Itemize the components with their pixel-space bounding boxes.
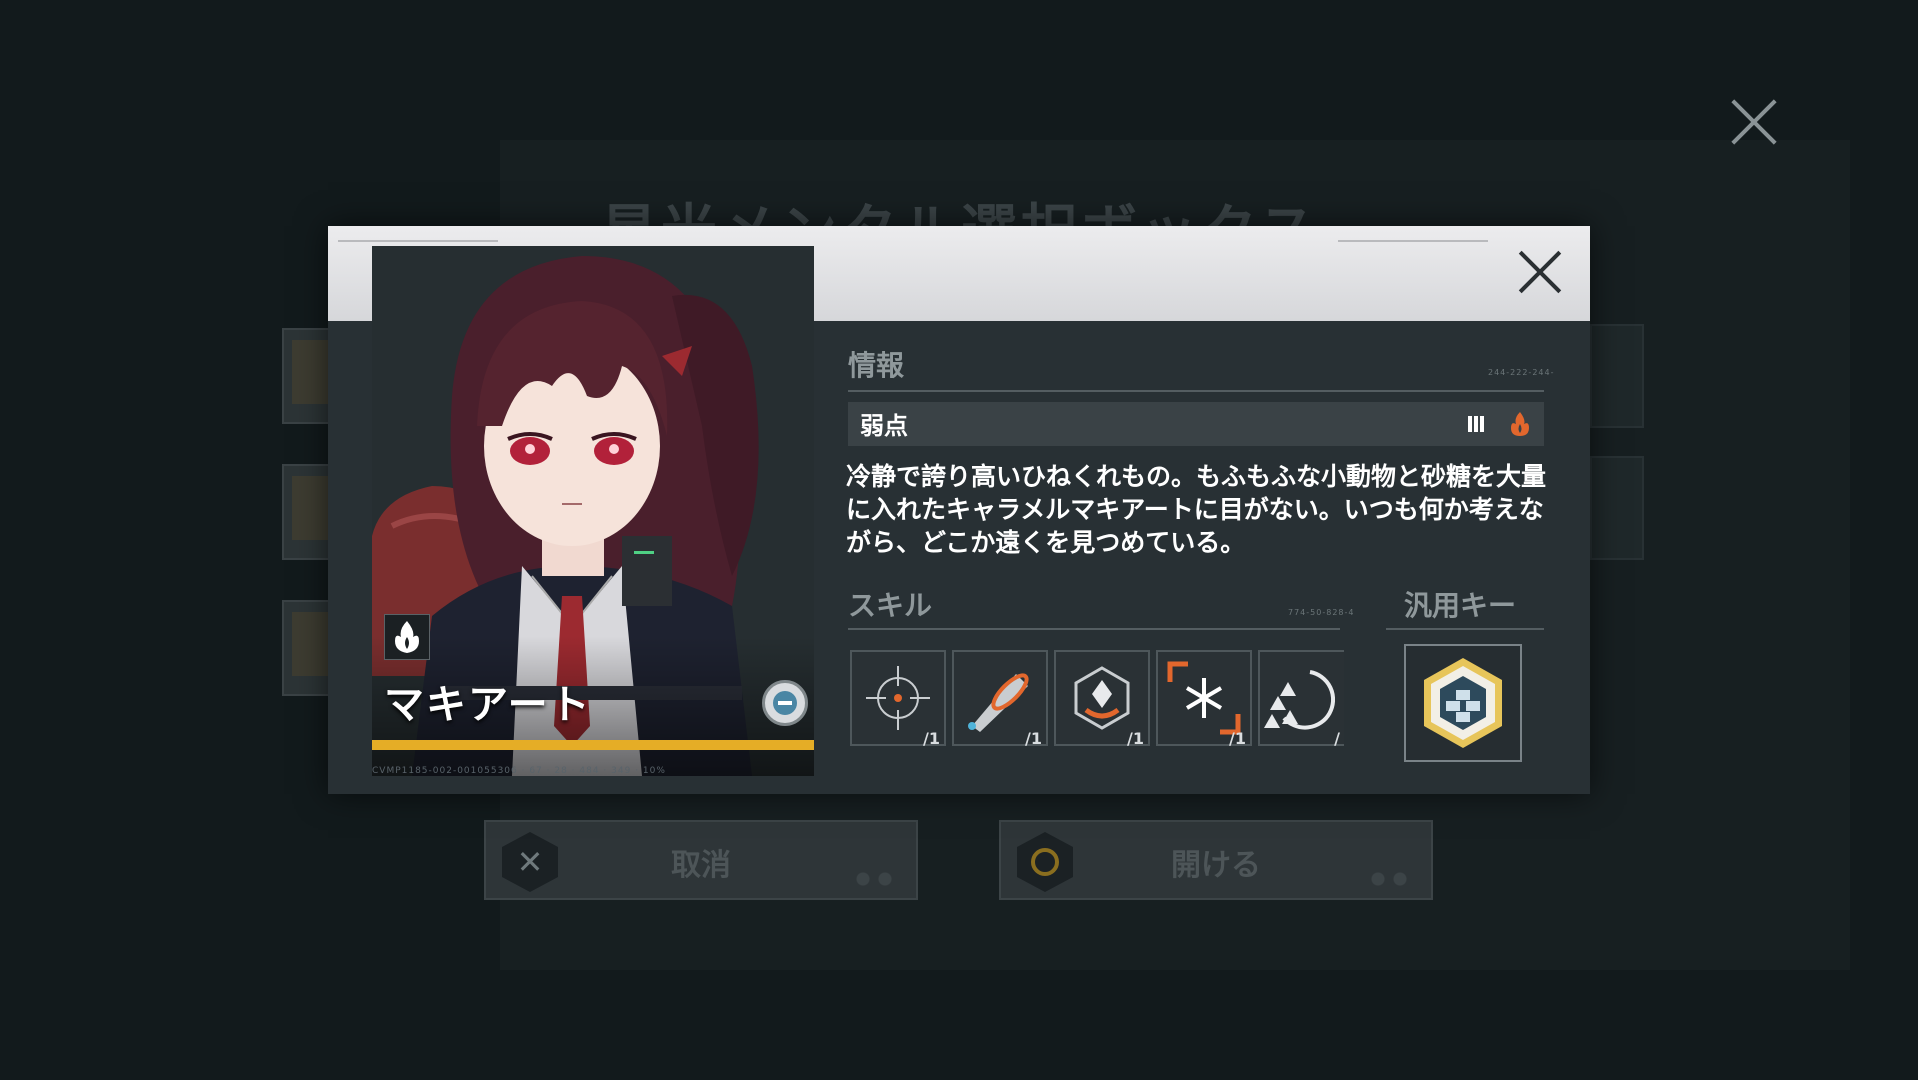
footer-code: CVMP1185-002-001055306 · 67 · 28 · 484 ·… — [372, 766, 666, 776]
info-section-title: 情報 — [848, 349, 905, 382]
general-key-slot[interactable] — [1404, 644, 1522, 762]
skill-slot-4[interactable]: /1 — [1156, 650, 1252, 748]
open-button[interactable]: 開ける — [999, 820, 1433, 900]
decorative-dots — [1367, 870, 1411, 888]
character-description: 冷静で誇り高いひねくれもの。もふもふな小動物と砂糖を大量に入れたキャラメルマキア… — [846, 462, 1547, 557]
skill-level: / — [1334, 729, 1340, 748]
triangle-spiral-icon — [1264, 670, 1336, 730]
info-divider — [848, 390, 1544, 392]
skill-slot-2[interactable]: /1 — [952, 650, 1048, 748]
background-list-row — [1590, 324, 1644, 428]
cancel-button[interactable]: ✕ 取消 — [484, 820, 918, 900]
key-section-title: 汎用キー — [1404, 589, 1517, 622]
element-icon — [762, 680, 808, 726]
skills-divider — [848, 628, 1340, 630]
character-name: マキアート — [384, 682, 592, 728]
character-detail-modal: マキアート CVMP1185-002-001055306 · 67 · 28 ·… — [328, 226, 1590, 794]
skill-level: /1 — [1127, 729, 1144, 748]
close-icon[interactable] — [1728, 96, 1780, 148]
skill-slot-3[interactable]: /1 — [1054, 650, 1150, 748]
decorative-dots — [852, 870, 896, 888]
general-key-icon — [1424, 658, 1502, 748]
fire-weakness-icon — [1508, 410, 1532, 438]
class-flame-icon — [384, 614, 430, 660]
info-section-code: 244-222-244- — [1488, 368, 1555, 377]
header-decoration — [1338, 240, 1488, 242]
skills-section-code: 774-50-828-4 — [1288, 608, 1355, 617]
skill-level: /1 — [1025, 729, 1042, 748]
header-decoration — [338, 240, 498, 242]
key-divider — [1386, 628, 1544, 630]
rarity-bar — [372, 740, 814, 750]
background-list-row — [1590, 456, 1644, 560]
skill-level: /1 — [1229, 729, 1246, 748]
pierce-weakness-icon — [1468, 416, 1486, 432]
skill-slot-1[interactable]: /1 — [850, 650, 946, 748]
skill-slot-5[interactable]: / — [1258, 650, 1344, 748]
close-icon[interactable] — [1516, 248, 1564, 296]
weakness-label: 弱点 — [860, 412, 908, 440]
skills-section-title: スキル — [848, 589, 933, 622]
skill-level: /1 — [923, 729, 940, 748]
weakness-bar: 弱点 — [848, 402, 1544, 446]
